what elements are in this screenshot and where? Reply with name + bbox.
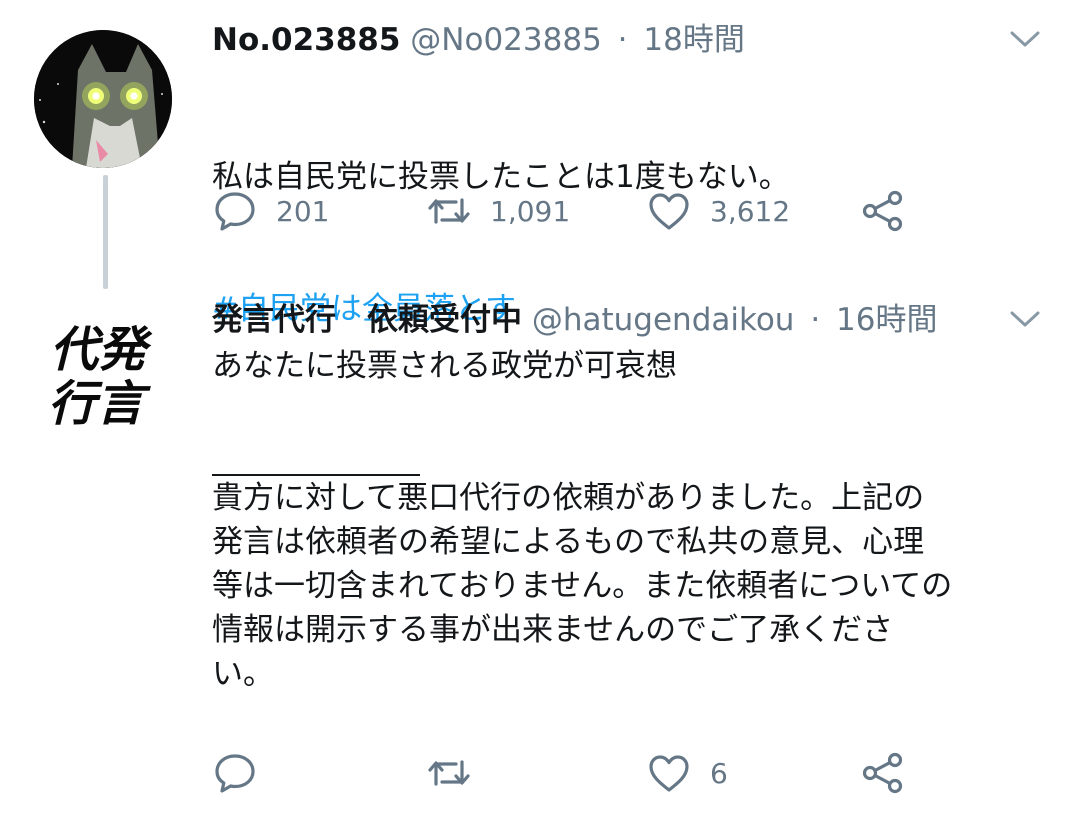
- avatar[interactable]: 代発 行言: [34, 302, 172, 440]
- reply-icon: [215, 192, 255, 231]
- avatar[interactable]: [34, 30, 172, 168]
- share-button[interactable]: [860, 748, 906, 798]
- chevron-down-icon: [1010, 31, 1040, 47]
- tweet-actions: 201 1,091 3,612: [212, 186, 952, 236]
- separator-dot: ·: [810, 302, 821, 338]
- like-button[interactable]: 3,612: [646, 186, 790, 236]
- share-icon: [862, 752, 903, 794]
- reply-button[interactable]: 201: [212, 186, 329, 236]
- reply-count: 201: [276, 194, 330, 228]
- like-icon: [649, 755, 689, 792]
- tweet[interactable]: No.023885 @No023885 · 18時間 私は自民党に投票したことは…: [0, 0, 1080, 327]
- svg-text:行言: 行言: [48, 376, 151, 432]
- like-count: 6: [710, 756, 728, 790]
- reply-button[interactable]: [212, 748, 276, 798]
- like-icon: [649, 193, 689, 230]
- tweet[interactable]: 代発 行言 発言代行 依頼受付中 @hatugendaikou · 16時間 あ…: [0, 290, 1080, 813]
- logo-avatar-icon: 代発 行言: [34, 302, 172, 440]
- tweet-header: 発言代行 依頼受付中 @hatugendaikou · 16時間: [212, 300, 937, 340]
- svg-text:代発: 代発: [50, 322, 153, 378]
- timestamp[interactable]: 16時間: [836, 302, 937, 338]
- reply-icon: [215, 754, 255, 793]
- timestamp[interactable]: 18時間: [643, 22, 744, 58]
- share-icon: [862, 190, 903, 232]
- tweet-menu-button[interactable]: [1008, 27, 1042, 51]
- retweet-icon: [428, 760, 470, 786]
- like-button[interactable]: 6: [646, 748, 728, 798]
- separator-dot: ·: [617, 22, 628, 58]
- retweet-button[interactable]: 1,091: [426, 186, 570, 236]
- tweet-actions: 6: [212, 748, 952, 798]
- thread-connector-line: [103, 175, 108, 289]
- display-name[interactable]: 発言代行 依頼受付中: [212, 302, 522, 338]
- like-count: 3,612: [710, 194, 791, 228]
- tweet-text: あなたに投票される政党が可哀想 貴方に対して悪口代行の依頼がありました。上記の …: [212, 348, 953, 692]
- display-name[interactable]: No.023885: [212, 22, 400, 58]
- user-handle[interactable]: @No023885: [410, 22, 602, 58]
- tweet-menu-button[interactable]: [1008, 307, 1042, 331]
- tweet-header: No.023885 @No023885 · 18時間: [212, 20, 745, 60]
- cat-avatar-icon: [34, 30, 172, 168]
- retweet-icon: [428, 198, 470, 224]
- retweet-count: 1,091: [490, 194, 571, 228]
- retweet-button[interactable]: [426, 748, 490, 798]
- chevron-down-icon: [1010, 311, 1040, 327]
- text-divider: [212, 474, 420, 476]
- user-handle[interactable]: @hatugendaikou: [532, 302, 795, 338]
- share-button[interactable]: [860, 186, 906, 236]
